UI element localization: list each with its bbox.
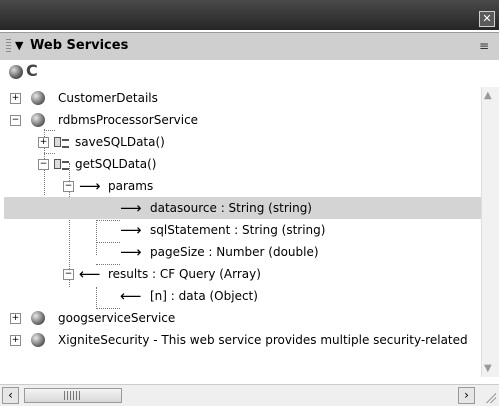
- tree-item-googserviceservice[interactable]: + googserviceService: [4, 307, 481, 329]
- scroll-left-button[interactable]: ‹: [2, 387, 19, 404]
- panel-titlebar: ✕: [0, 0, 499, 30]
- collapse-toggle[interactable]: −: [63, 269, 74, 280]
- collapse-toggle[interactable]: −: [10, 115, 21, 126]
- tree-item-label: pageSize : Number (double): [150, 245, 319, 259]
- tree-item-label: googserviceService: [58, 311, 176, 325]
- scroll-up-arrow-icon[interactable]: ▲: [484, 90, 492, 101]
- panel-header[interactable]: ▼ Web Services ≡: [0, 32, 499, 62]
- tree-item-label: [n] : data (Object): [150, 289, 258, 303]
- tree-item-label: sqlStatement : String (string): [150, 223, 326, 237]
- web-service-icon: [31, 311, 45, 325]
- options-menu-icon[interactable]: ≡: [479, 39, 489, 53]
- panel-title: Web Services: [30, 38, 129, 53]
- toolbar: C: [0, 60, 499, 85]
- method-icon: [54, 137, 70, 148]
- output-arrow-icon: ⟵: [120, 287, 142, 305]
- tree-item-label: results : CF Query (Array): [108, 267, 261, 281]
- tree-item-label: getSQLData(): [75, 157, 157, 171]
- vertical-scrollbar[interactable]: ▲ ▼: [481, 87, 499, 377]
- input-arrow-icon: ⟶: [79, 177, 101, 195]
- tree-item-label: saveSQLData(): [75, 135, 165, 149]
- tree-item-rdbmsprocessorservice[interactable]: − rdbmsProcessorService: [4, 109, 481, 131]
- close-button[interactable]: ✕: [479, 11, 495, 27]
- tree-item-label: XigniteSecurity - This web service provi…: [58, 333, 468, 347]
- web-service-icon: [31, 91, 45, 105]
- expand-toggle[interactable]: +: [38, 137, 49, 148]
- scroll-right-button[interactable]: ›: [458, 387, 475, 404]
- expand-toggle[interactable]: +: [10, 93, 21, 104]
- tree-item-getsqldata[interactable]: − getSQLData(): [4, 153, 481, 175]
- tree-item-customerdetails[interactable]: + CustomerDetails: [4, 87, 481, 109]
- web-services-tree: + CustomerDetails − rdbmsProcessorServic…: [4, 87, 481, 377]
- tree-item-datasource[interactable]: ⟶ datasource : String (string): [4, 197, 481, 219]
- expand-toggle[interactable]: +: [10, 335, 21, 346]
- tree-item-label: datasource : String (string): [150, 201, 312, 215]
- collapse-arrow-icon[interactable]: ▼: [15, 39, 23, 52]
- expand-toggle[interactable]: +: [10, 313, 21, 324]
- web-service-icon: [31, 333, 45, 347]
- web-service-icon: [31, 113, 45, 127]
- tree-item-savesqldata[interactable]: + saveSQLData(): [4, 131, 481, 153]
- method-icon: [54, 159, 70, 170]
- tree-item-params[interactable]: − ⟶ params: [4, 175, 481, 197]
- drag-grip-icon[interactable]: [6, 39, 11, 53]
- globe-icon[interactable]: [9, 65, 23, 79]
- tree-item-sqlstatement[interactable]: ⟶ sqlStatement : String (string): [4, 219, 481, 241]
- collapse-toggle[interactable]: −: [63, 181, 74, 192]
- tree-item-label: CustomerDetails: [58, 91, 158, 105]
- tree-item-pagesize[interactable]: ⟶ pageSize : Number (double): [4, 241, 481, 263]
- tree-item-xignitesecurity[interactable]: + XigniteSecurity - This web service pro…: [4, 329, 481, 351]
- tree-item-label: rdbmsProcessorService: [58, 113, 199, 127]
- input-arrow-icon: ⟶: [120, 221, 142, 239]
- scroll-thumb[interactable]: [24, 388, 122, 403]
- collapse-toggle[interactable]: −: [38, 159, 49, 170]
- tree-item-label: params: [108, 179, 154, 193]
- tree-item-results[interactable]: − ⟵ results : CF Query (Array): [4, 263, 481, 285]
- tree-item-data[interactable]: ⟵ [n] : data (Object): [4, 285, 481, 307]
- resize-grip-icon[interactable]: [486, 393, 496, 403]
- thumb-grip-icon: [64, 391, 82, 400]
- input-arrow-icon: ⟶: [120, 199, 142, 217]
- scroll-down-arrow-icon[interactable]: ▼: [484, 363, 492, 374]
- refresh-icon[interactable]: C: [26, 61, 38, 80]
- input-arrow-icon: ⟶: [120, 243, 142, 261]
- horizontal-scrollbar[interactable]: ‹ ›: [0, 384, 499, 406]
- output-arrow-icon: ⟵: [79, 265, 101, 283]
